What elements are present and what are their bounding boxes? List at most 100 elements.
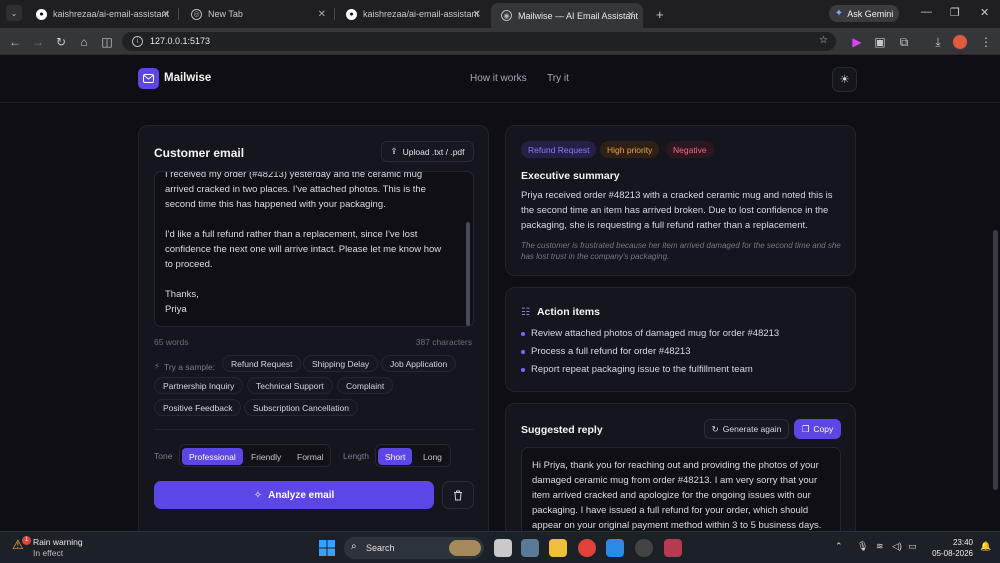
action-item: Process a full refund for order #48213 (521, 346, 690, 357)
textarea-scrollbar[interactable] (466, 222, 470, 326)
microphone-icon[interactable]: 🎙 (857, 541, 868, 552)
length-option-short[interactable]: Short (378, 448, 413, 465)
analyze-email-button[interactable]: ✧ Analyze email (154, 481, 434, 509)
suggested-reply-panel: Suggested reply ↻ Generate again ❐ Copy … (505, 403, 856, 531)
windows-taskbar: ⚠ 1 Rain warning In effect ⌕ Search ⌃ 🎙 … (0, 531, 1000, 563)
profile-avatar[interactable] (953, 35, 967, 49)
new-tab-button[interactable]: + (646, 3, 666, 25)
menu-kebab-icon[interactable]: ⋮ (978, 34, 994, 50)
action-item: Review attached photos of damaged mug fo… (521, 328, 779, 339)
mailwise-app: Mailwise How it works Try it ☀ Customer … (0, 55, 1000, 531)
sample-chip-shipping-delay[interactable]: Shipping Delay (303, 355, 379, 372)
mail-logo-icon[interactable] (138, 68, 159, 89)
tone-option-friendly[interactable]: Friendly (244, 448, 288, 465)
extension-icon[interactable]: ▣ (872, 34, 888, 50)
reply-textbox[interactable]: Hi Priya, thank you for reaching out and… (521, 447, 841, 531)
character-count: 387 characters (415, 337, 472, 347)
ask-gemini-button[interactable]: ✦ Ask Gemini (829, 5, 899, 22)
sample-label: ⚡ Try a sample: (154, 361, 216, 372)
upload-icon: ⇪ (390, 146, 398, 156)
tab-search-chevron-icon[interactable]: ⌄ (6, 5, 22, 21)
extensions-puzzle-icon[interactable]: ⧉ (896, 34, 912, 50)
tab-close-icon[interactable]: ✕ (473, 9, 481, 20)
address-bar[interactable]: i 127.0.0.1:5173 ☆ (122, 32, 836, 51)
sample-chip-technical-support[interactable]: Technical Support (247, 377, 333, 394)
wifi-icon[interactable]: ≋ (876, 541, 884, 552)
browser-toolbar: ← → ↻ ⌂ ◫ i 127.0.0.1:5173 ☆ ▶ ▣ ⧉ ⤓ ⋮ (0, 28, 1000, 55)
tone-option-formal[interactable]: Formal (290, 448, 330, 465)
taskbar-search[interactable]: ⌕ Search (344, 537, 484, 559)
generate-again-button[interactable]: ↻ Generate again (704, 419, 789, 439)
snipping-tool-icon[interactable] (664, 539, 682, 557)
length-selector: Short Long (375, 444, 451, 467)
chatgpt-icon[interactable] (635, 539, 653, 557)
chrome-icon: ◎ (191, 8, 202, 20)
tab-github-1[interactable]: ● kaishrezaa/ai-email-assistant ✕ (26, 3, 179, 25)
widgets-icon[interactable] (521, 539, 539, 557)
tray-chevron-icon[interactable]: ⌃ (835, 541, 843, 552)
notification-bell-icon[interactable]: 🔔 (980, 541, 991, 552)
tone-option-professional[interactable]: Professional (182, 448, 243, 465)
list-checks-icon: ☷ (521, 306, 530, 318)
email-textarea[interactable]: I received my order (#48213) yesterday a… (154, 171, 474, 327)
globe-icon: ◉ (501, 10, 512, 21)
vscode-icon[interactable] (606, 539, 624, 557)
restore-icon[interactable]: ❐ (950, 6, 960, 19)
site-info-icon[interactable]: i (132, 36, 143, 47)
chrome-taskbar-icon[interactable] (578, 539, 596, 557)
battery-icon[interactable]: ▭ (908, 541, 917, 552)
file-explorer-icon[interactable] (549, 539, 567, 557)
length-option-long[interactable]: Long (416, 448, 449, 465)
bookmark-star-icon[interactable]: ☆ (819, 35, 828, 46)
sample-chip-refund-request[interactable]: Refund Request (222, 355, 302, 372)
customer-email-panel: Customer email ⇪ Upload .txt / .pdf I re… (138, 125, 489, 531)
sample-chip-partnership-inquiry[interactable]: Partnership Inquiry (154, 377, 244, 394)
refresh-icon: ↻ (711, 423, 719, 434)
sample-chip-job-application[interactable]: Job Application (381, 355, 457, 372)
sample-chip-subscription-cancellation[interactable]: Subscription Cancellation (244, 399, 358, 416)
minimize-icon[interactable]: — (921, 6, 932, 18)
search-highlight-image (449, 540, 481, 556)
length-label: Length (343, 451, 369, 461)
summary-sentiment-note: The customer is frustrated because her i… (521, 241, 841, 261)
app-header: Mailwise How it works Try it ☀ (0, 55, 1000, 103)
clear-trash-icon[interactable] (442, 481, 474, 509)
badge-category: Refund Request (521, 141, 597, 158)
summary-panel: Refund Request High priority Negative Ex… (505, 125, 856, 276)
volume-icon[interactable]: ◁) (892, 541, 902, 552)
home-icon[interactable]: ⌂ (76, 34, 92, 50)
download-icon[interactable]: ⤓ (930, 34, 946, 50)
close-window-icon[interactable]: ✕ (980, 6, 989, 19)
tab-new-tab[interactable]: ◎ New Tab ✕ (181, 3, 335, 25)
reply-content: Hi Priya, thank you for reaching out and… (532, 460, 822, 531)
action-items-title: ☷ Action items (521, 306, 600, 318)
back-icon[interactable]: ← (7, 34, 23, 50)
reply-title: Suggested reply (521, 424, 603, 436)
action-item: Report repeat packaging issue to the ful… (521, 364, 753, 375)
magic-wand-icon: ✧ (253, 489, 263, 501)
page-scrollbar[interactable] (993, 230, 998, 490)
task-view-icon[interactable] (494, 539, 512, 557)
theme-toggle-sun-icon[interactable]: ☀ (832, 67, 857, 92)
upload-button[interactable]: ⇪ Upload .txt / .pdf (381, 141, 474, 162)
brand-name[interactable]: Mailwise (164, 72, 211, 84)
system-clock[interactable]: 23:40 05-08-2026 (925, 537, 973, 559)
copy-icon: ❐ (801, 423, 810, 434)
tab-close-icon[interactable]: ✕ (318, 9, 326, 20)
forward-icon[interactable]: → (30, 34, 46, 50)
weather-alert-badge: 1 (22, 536, 31, 545)
reload-icon[interactable]: ↻ (53, 34, 69, 50)
gemini-sparkle-icon: ✦ (834, 8, 844, 19)
tab-mailwise[interactable]: ◉ Mailwise — AI Email Assistant ✕ (491, 3, 643, 28)
tab-github-2[interactable]: ● kaishrezaa/ai-email-assistant ✕ (336, 3, 489, 25)
tab-close-icon[interactable]: ✕ (162, 9, 170, 20)
nav-try-it[interactable]: Try it (547, 73, 569, 84)
sample-chip-positive-feedback[interactable]: Positive Feedback (154, 399, 242, 416)
sample-chip-complaint[interactable]: Complaint (337, 377, 394, 394)
windows-start-icon[interactable] (318, 539, 336, 557)
extension-media-icon[interactable]: ▶ (849, 34, 865, 50)
nav-how-it-works[interactable]: How it works (470, 73, 527, 84)
copy-button[interactable]: ❐ Copy (794, 419, 841, 439)
side-panel-icon[interactable]: ◫ (99, 34, 115, 50)
tab-close-icon[interactable]: ✕ (627, 10, 635, 21)
